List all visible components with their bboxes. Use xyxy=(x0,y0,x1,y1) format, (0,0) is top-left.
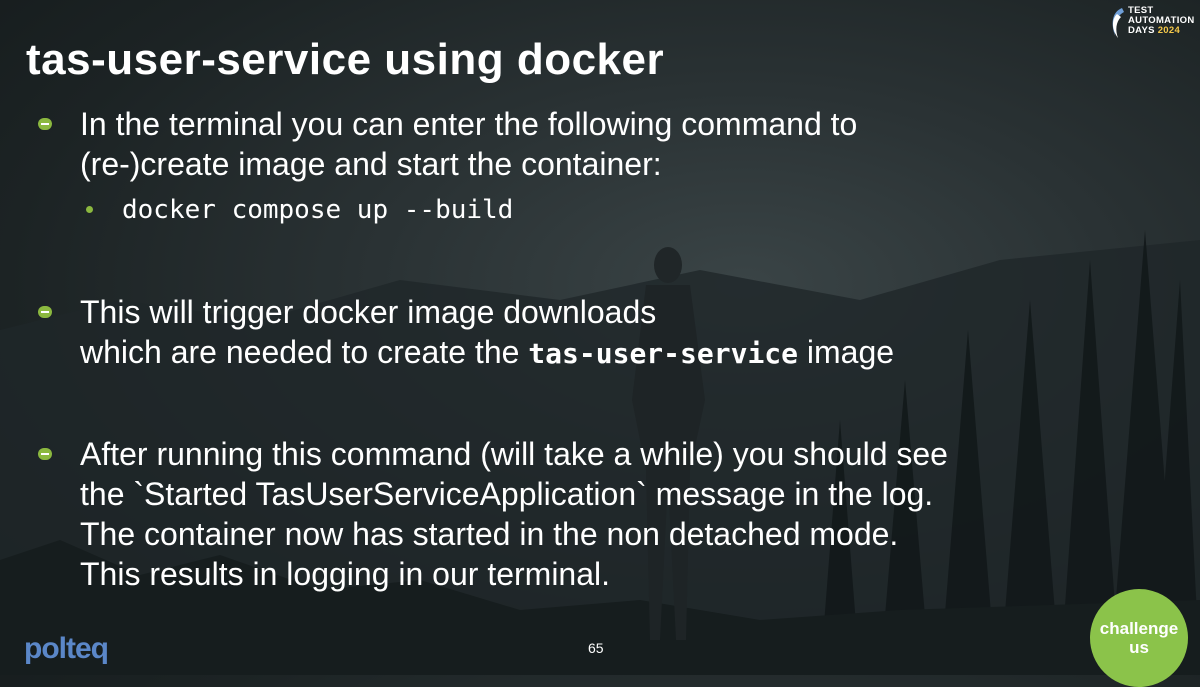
bullet-icon xyxy=(38,118,52,130)
bullet-2-line-2-suffix: image xyxy=(798,334,895,370)
bullet-3-line-4: This results in logging in our terminal. xyxy=(80,556,611,592)
tad-line-3: DAYS xyxy=(1128,25,1155,36)
bullet-icon xyxy=(38,448,52,460)
bullet-3-line-2: the `Started TasUserServiceApplication` … xyxy=(80,476,934,512)
polteq-logo: polteq xyxy=(24,632,109,665)
bullet-icon xyxy=(38,306,52,318)
bullet-2: This will trigger docker image downloads… xyxy=(38,292,1140,374)
tad-logo-icon xyxy=(1112,8,1124,38)
page-number: 65 xyxy=(588,640,604,656)
bullet-3-line-1: After running this command (will take a … xyxy=(80,436,948,472)
command-text: docker compose up --build xyxy=(122,195,514,225)
challenge-line-2: us xyxy=(1129,638,1149,657)
sub-bullet-icon xyxy=(86,206,93,213)
bullet-2-code: tas-user-service xyxy=(528,337,799,370)
challenge-line-1: challenge xyxy=(1099,619,1179,638)
bullet-3: After running this command (will take a … xyxy=(38,434,1140,594)
bullet-1: In the terminal you can enter the follow… xyxy=(38,104,1140,184)
challenge-us-badge: challenge us xyxy=(1090,589,1188,687)
slide-title: tas-user-service using docker xyxy=(26,35,665,84)
bullet-1-line-2: (re-)create image and start the containe… xyxy=(80,146,662,182)
bullet-2-line-2-prefix: which are needed to create the xyxy=(80,334,529,370)
bullet-3-line-3: The container now has started in the non… xyxy=(80,516,899,552)
bullet-2-line-1: This will trigger docker image downloads xyxy=(80,294,657,330)
bullet-1-line-1: In the terminal you can enter the follow… xyxy=(80,106,858,142)
tad-year: 2024 xyxy=(1157,25,1181,36)
test-automation-days-logo: TEST AUTOMATION DAYS 2024 xyxy=(1108,6,1196,40)
sub-bullet-command: docker compose up --build xyxy=(86,193,514,227)
